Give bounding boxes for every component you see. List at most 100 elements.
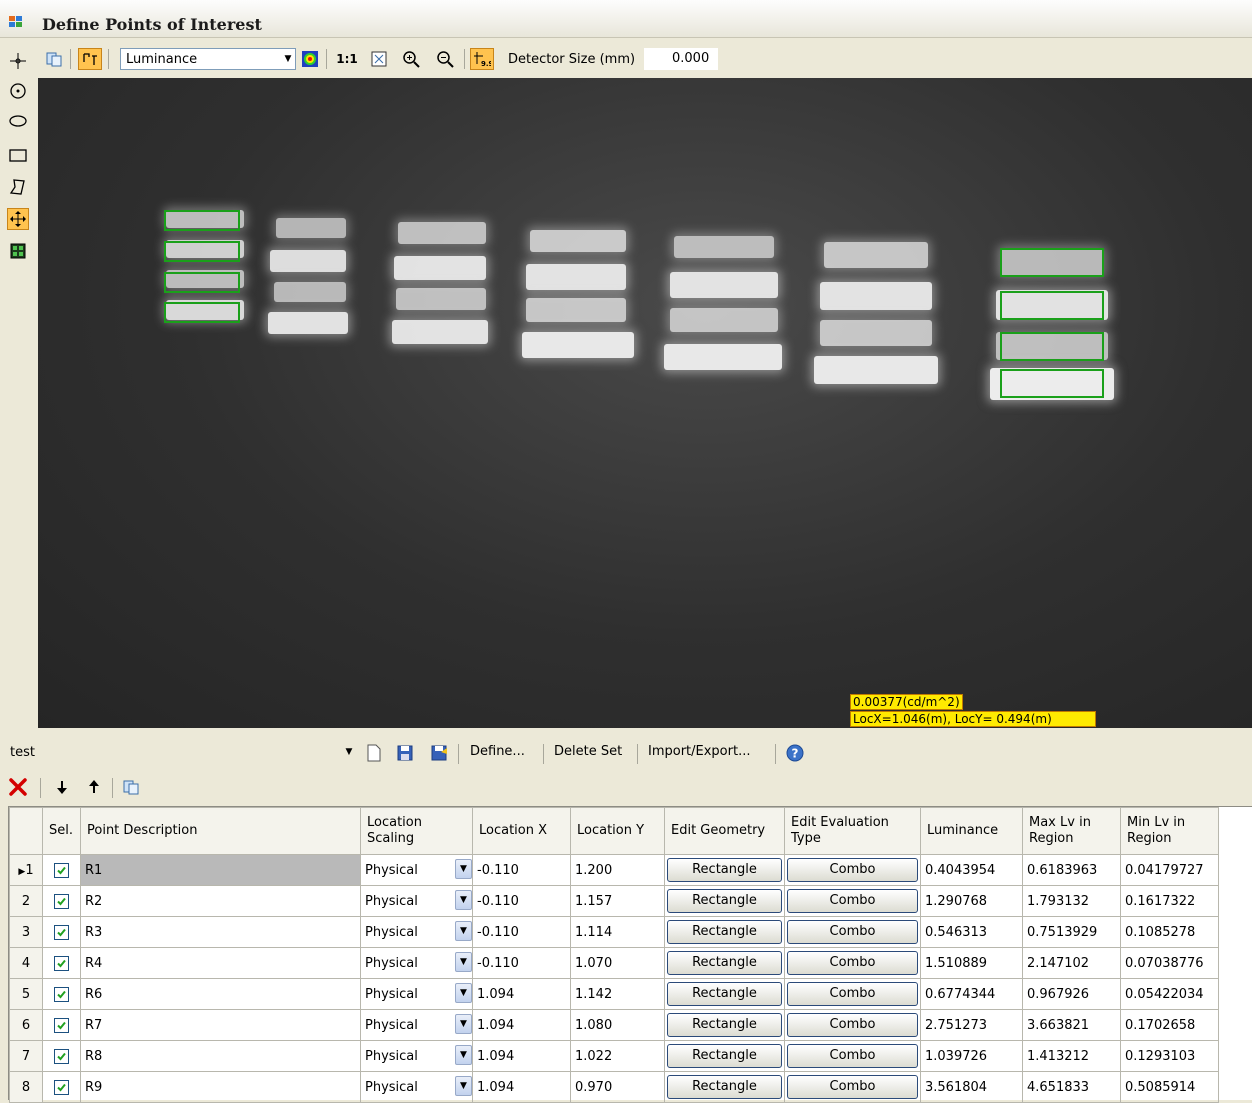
point-description-cell[interactable]: R9 <box>80 1071 361 1103</box>
location-y-cell[interactable]: 1.114 <box>570 916 665 948</box>
table-row[interactable]: 8 R9 Physical ▼ 1.094 0.970 Rectangle Combo 3.56… <box>9 1071 1219 1103</box>
row-header[interactable]: ▶1 <box>9 854 43 886</box>
col-header-location-scaling[interactable]: Location Scaling <box>360 807 473 855</box>
row-header[interactable]: 8 <box>9 1071 43 1103</box>
col-header-min-lv[interactable]: Min Lv in Region <box>1120 807 1219 855</box>
import-export-button[interactable]: Import/Export... <box>648 744 750 759</box>
row-header[interactable]: 6 <box>9 1009 43 1041</box>
location-x-cell[interactable]: 1.094 <box>472 1009 571 1041</box>
row-header[interactable]: 7 <box>9 1040 43 1072</box>
roi-r3[interactable] <box>164 272 240 293</box>
grid-icon[interactable] <box>7 240 29 262</box>
location-x-cell[interactable]: 1.094 <box>472 1040 571 1072</box>
edit-evaluation-button[interactable]: Combo <box>787 1044 918 1068</box>
chevron-down-icon[interactable]: ▼ <box>455 859 472 879</box>
col-header-max-lv[interactable]: Max Lv in Region <box>1022 807 1121 855</box>
zoom-in-icon[interactable] <box>400 48 422 70</box>
checkbox-checked-icon[interactable] <box>54 893 69 909</box>
table-row[interactable]: ▶1 R1 Physical ▼ -0.110 1.200 Rectangle Combo 0.… <box>9 854 1219 886</box>
point-description-cell[interactable]: R2 <box>80 885 361 917</box>
circle-point-icon[interactable] <box>7 80 29 102</box>
point-description-cell[interactable]: R3 <box>80 916 361 948</box>
chevron-down-icon[interactable]: ▼ <box>455 1076 472 1096</box>
sel-cell[interactable] <box>42 1040 81 1072</box>
copy-icon[interactable] <box>43 48 65 70</box>
location-y-cell[interactable]: 1.157 <box>570 885 665 917</box>
location-scaling-cell[interactable]: Physical ▼ <box>360 854 473 886</box>
edit-geometry-button[interactable]: Rectangle <box>667 1013 782 1037</box>
col-header-point-description[interactable]: Point Description <box>80 807 361 855</box>
false-color-icon[interactable] <box>299 48 321 70</box>
move-up-icon[interactable] <box>84 776 104 798</box>
sel-cell[interactable] <box>42 1071 81 1103</box>
checkbox-checked-icon[interactable] <box>54 924 69 940</box>
edit-evaluation-button[interactable]: Combo <box>787 982 918 1006</box>
table-row[interactable]: 4 R4 Physical ▼ -0.110 1.070 Rectangle Combo 1.5… <box>9 947 1219 979</box>
chevron-down-icon[interactable]: ▼ <box>455 983 472 1003</box>
table-row[interactable]: 3 R3 Physical ▼ -0.110 1.114 Rectangle Combo 0.5… <box>9 916 1219 948</box>
poi-set-select[interactable]: test ▼ <box>0 740 358 764</box>
crosshair-icon[interactable] <box>7 50 29 72</box>
sel-cell[interactable] <box>42 978 81 1010</box>
table-row[interactable]: 6 R7 Physical ▼ 1.094 1.080 Rectangle Combo 2.75… <box>9 1009 1219 1041</box>
location-x-cell[interactable]: 1.094 <box>472 1071 571 1103</box>
define-button[interactable]: Define... <box>470 744 525 759</box>
location-y-cell[interactable]: 1.200 <box>570 854 665 886</box>
edit-evaluation-button[interactable]: Combo <box>787 858 918 882</box>
location-scaling-cell[interactable]: Physical ▼ <box>360 978 473 1010</box>
location-scaling-cell[interactable]: Physical ▼ <box>360 1040 473 1072</box>
detector-size-input[interactable]: 0.000 <box>644 48 718 70</box>
location-scaling-cell[interactable]: Physical ▼ <box>360 1071 473 1103</box>
roi-r9[interactable] <box>1000 369 1104 398</box>
col-header-location-x[interactable]: Location X <box>472 807 571 855</box>
row-header[interactable]: 2 <box>9 885 43 917</box>
location-y-cell[interactable]: 1.142 <box>570 978 665 1010</box>
edit-evaluation-button[interactable]: Combo <box>787 1075 918 1099</box>
location-scaling-cell[interactable]: Physical ▼ <box>360 885 473 917</box>
location-x-cell[interactable]: 1.094 <box>472 978 571 1010</box>
checkbox-checked-icon[interactable] <box>54 1048 69 1064</box>
edit-geometry-button[interactable]: Rectangle <box>667 858 782 882</box>
row-header[interactable]: 3 <box>9 916 43 948</box>
sel-cell[interactable] <box>42 916 81 948</box>
display-mode-select[interactable]: Luminance ▼ <box>120 48 296 70</box>
move-icon[interactable] <box>7 208 29 230</box>
checkbox-checked-icon[interactable] <box>54 862 69 878</box>
help-icon[interactable]: ? <box>784 742 806 764</box>
location-x-cell[interactable]: -0.110 <box>472 916 571 948</box>
edit-geometry-button[interactable]: Rectangle <box>667 1044 782 1068</box>
location-y-cell[interactable]: 0.970 <box>570 1071 665 1103</box>
zoom-out-icon[interactable] <box>434 48 456 70</box>
edit-geometry-button[interactable]: Rectangle <box>667 1075 782 1099</box>
chevron-down-icon[interactable]: ▼ <box>455 890 472 910</box>
table-row[interactable]: 5 R6 Physical ▼ 1.094 1.142 Rectangle Combo 0.67… <box>9 978 1219 1010</box>
table-row[interactable]: 2 R2 Physical ▼ -0.110 1.157 Rectangle Combo 1.2… <box>9 885 1219 917</box>
col-header-location-y[interactable]: Location Y <box>570 807 665 855</box>
copy-row-icon[interactable] <box>120 776 142 798</box>
ellipse-icon[interactable] <box>7 110 29 132</box>
col-header-sel[interactable]: Sel. <box>42 807 81 855</box>
chevron-down-icon[interactable]: ▼ <box>455 1014 472 1034</box>
table-row[interactable]: 7 R8 Physical ▼ 1.094 1.022 Rectangle Combo 1.03… <box>9 1040 1219 1072</box>
location-y-cell[interactable]: 1.080 <box>570 1009 665 1041</box>
roi-r4[interactable] <box>164 302 240 323</box>
col-header-edit-geometry[interactable]: Edit Geometry <box>664 807 785 855</box>
edit-evaluation-button[interactable]: Combo <box>787 951 918 975</box>
roi-r8[interactable] <box>1000 332 1104 361</box>
sel-cell[interactable] <box>42 854 81 886</box>
chevron-down-icon[interactable]: ▼ <box>455 952 472 972</box>
col-header-edit-evaluation-type[interactable]: Edit Evaluation Type <box>784 807 921 855</box>
rectangle-icon[interactable] <box>7 144 29 166</box>
checkbox-checked-icon[interactable] <box>54 986 69 1002</box>
edit-geometry-button[interactable]: Rectangle <box>667 982 782 1006</box>
edit-evaluation-button[interactable]: Combo <box>787 1013 918 1037</box>
point-description-cell[interactable]: R8 <box>80 1040 361 1072</box>
col-header-luminance[interactable]: Luminance <box>920 807 1023 855</box>
point-description-cell[interactable]: R1 <box>80 854 361 886</box>
checkbox-checked-icon[interactable] <box>54 955 69 971</box>
location-scaling-cell[interactable]: Physical ▼ <box>360 1009 473 1041</box>
point-description-cell[interactable]: R4 <box>80 947 361 979</box>
roi-r1[interactable] <box>164 210 240 231</box>
polygon-icon[interactable] <box>7 176 29 198</box>
sel-cell[interactable] <box>42 885 81 917</box>
